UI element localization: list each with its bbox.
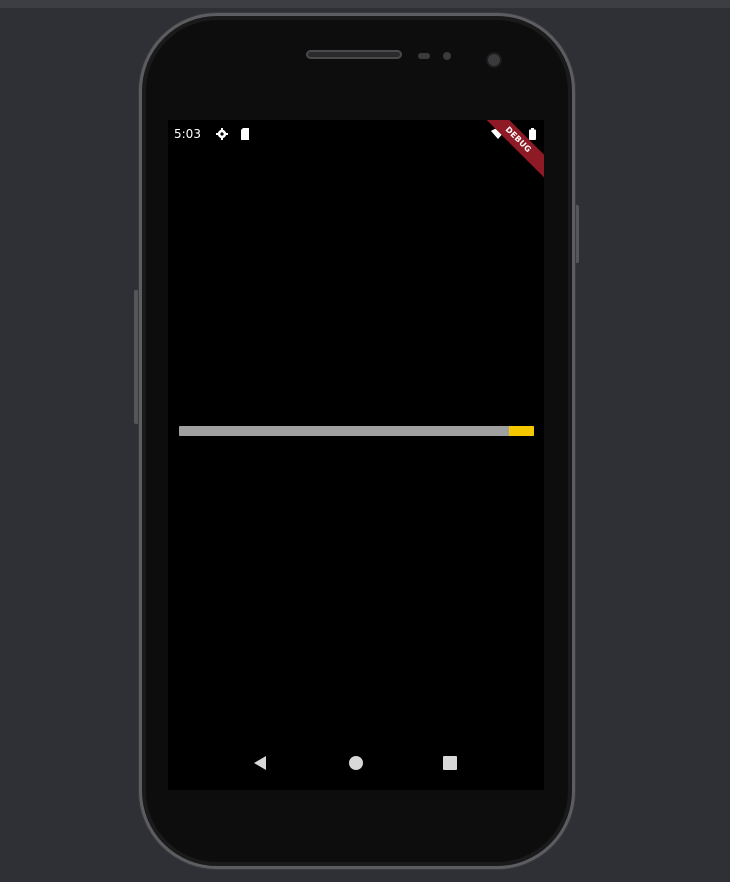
front-camera — [486, 52, 502, 68]
earpiece-speaker — [306, 50, 402, 59]
progress-fill — [509, 426, 534, 436]
device-screen: 5:03 DEBUG — [168, 120, 544, 790]
settings-gear-icon — [216, 128, 228, 140]
back-icon[interactable] — [254, 756, 266, 770]
sensor-dot — [418, 53, 430, 59]
host-title-bar — [0, 0, 730, 8]
battery-icon — [529, 128, 536, 140]
sensor-dot — [443, 52, 451, 60]
status-time: 5:03 — [174, 127, 201, 141]
sim-card-icon — [241, 128, 249, 140]
progress-bar — [179, 426, 534, 436]
recents-icon[interactable] — [443, 756, 457, 770]
home-icon[interactable] — [349, 756, 363, 770]
navigation-bar — [168, 754, 544, 772]
